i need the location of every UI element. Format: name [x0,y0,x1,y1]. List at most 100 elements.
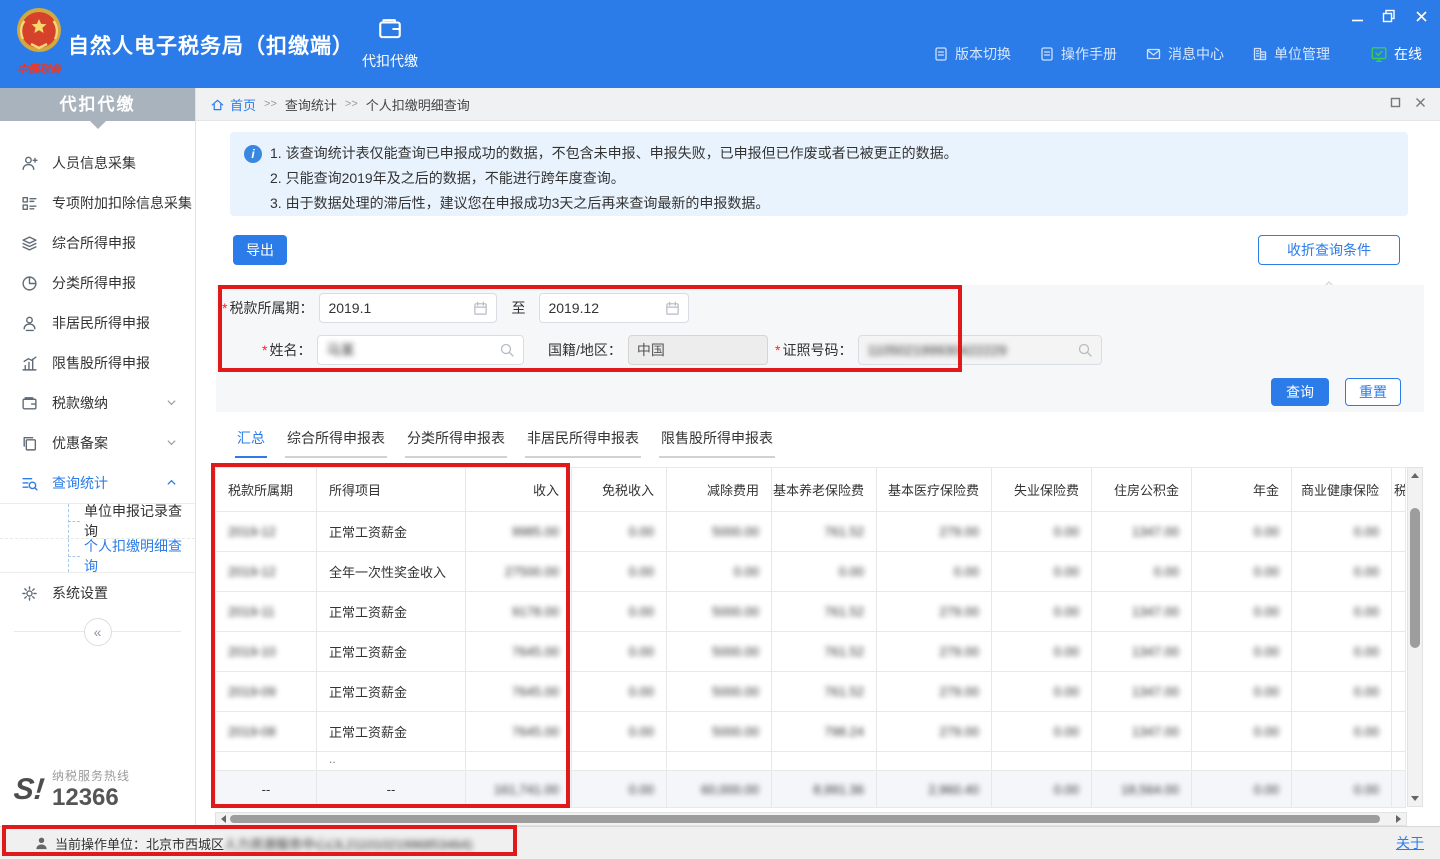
collapse-query-button[interactable]: 收折查询条件 [1258,235,1400,265]
calendar-icon[interactable] [665,301,680,316]
required-mark: * [775,342,780,358]
tab-限售股所得申报表[interactable]: 限售股所得申报表 [659,428,775,458]
sidebar-item-综合所得申报[interactable]: 综合所得申报 [0,223,195,263]
page-maximize-button[interactable] [1390,97,1401,108]
cell-value: 收入 [533,480,559,499]
nationality-label: 国籍/地区： [548,340,622,360]
header-menu-item[interactable]: 单位管理 [1252,44,1330,64]
sidebar-item-系统设置[interactable]: 系统设置 [0,573,195,613]
scroll-down-arrow[interactable] [1408,792,1422,806]
table-cell: 正常工资薪金 [317,592,466,632]
table-cell [992,752,1092,771]
table-cell: 798.24 [772,712,877,752]
reset-button[interactable]: 重置 [1345,378,1401,406]
tab-汇总[interactable]: 汇总 [235,428,267,458]
tab-综合所得申报表[interactable]: 综合所得申报表 [285,428,387,458]
tab-分类所得申报表[interactable]: 分类所得申报表 [405,428,507,458]
sidebar-item-非居民所得申报[interactable]: 非居民所得申报 [0,303,195,343]
vertical-scrollbar[interactable] [1407,467,1423,807]
table-cell: 税 [1392,468,1406,512]
search-icon[interactable] [499,342,515,358]
table-cell: 0.00 [1292,552,1392,592]
breadcrumb-home[interactable]: 首页 [210,95,256,114]
tab-withholding[interactable]: 代扣代缴 [350,16,430,71]
table-cell: 0.00 [1292,592,1392,632]
cell-value: 基本养老保险费 [773,480,864,499]
table-cell: 1347.00 [1092,632,1192,672]
table-cell: 0.00 [877,552,992,592]
horizontal-scroll-thumb[interactable] [230,815,1380,823]
cell-value: -- [262,782,271,797]
cell-value: 2019-11 [228,604,275,619]
cell-value: 0.00 [734,564,759,579]
search-icon[interactable] [1077,342,1093,358]
table-cell: 0.00 [992,592,1092,632]
sidebar-item-限售股所得申报[interactable]: 限售股所得申报 [0,343,195,383]
table-cell: 免税收入 [572,468,667,512]
cell-value: 5000.00 [712,684,759,699]
header-menu: 版本切换 操作手册 消息中心 单位管理 [933,44,1330,64]
sidebar-item-人员信息采集[interactable]: 人员信息采集 [0,143,195,183]
table-cell [216,752,317,771]
sidebar-item-label: 专项附加扣除信息采集 [52,193,192,213]
sidebar-subitem-个人扣缴明细查询[interactable]: 个人扣缴明细查询 [0,538,195,572]
export-button[interactable]: 导出 [233,235,287,265]
notice-line: 3. 由于数据处理的滞后性，建议您在申报成功3天之后再来查询最新的申报数据。 [244,191,1394,216]
table-cell: 1347.00 [1092,712,1192,752]
wallet-icon [375,16,405,42]
table-cell: 5000.00 [667,512,772,552]
calendar-icon[interactable] [473,301,488,316]
scroll-right-arrow[interactable] [1392,813,1406,825]
cell-value: 失业保险费 [1014,480,1079,499]
period-from-input[interactable]: 2019.1 [319,293,497,323]
cell-value: 0.00 [1054,724,1079,739]
header-menu-item[interactable]: 消息中心 [1145,44,1224,64]
header-menu-item[interactable]: 版本切换 [933,44,1011,64]
cell-value: 年金 [1253,480,1279,499]
cell-value: 0.00 [1054,684,1079,699]
online-label: 在线 [1394,44,1422,64]
query-button[interactable]: 查询 [1271,378,1329,406]
table-cell: 失业保险费 [992,468,1092,512]
sidebar-item-label: 非居民所得申报 [52,313,150,333]
table-cell [772,752,877,771]
about-link[interactable]: 关于 [1396,833,1424,853]
minimize-button[interactable] [1348,8,1366,24]
sidebar-subitem-单位申报记录查询[interactable]: 单位申报记录查询 [0,504,195,538]
sidebar-item-税款缴纳[interactable]: 税款缴纳 [0,383,195,423]
cell-value: 7645.00 [512,644,559,659]
sidebar-item-专项附加扣除信息采集[interactable]: 专项附加扣除信息采集 [0,183,195,223]
cell-value: 2019-12 [228,524,276,539]
table-cell: 279.00 [877,672,992,712]
notice-text: 3. 由于数据处理的滞后性，建议您在申报成功3天之后再来查询最新的申报数据。 [270,195,769,211]
table-cell: 2019-12 [216,512,317,552]
table-total-row: ----161,741.000.0060,000.008,991.362,960… [216,771,1407,808]
table-cell: 2019-12 [216,552,317,592]
sidebar-item-优惠备案[interactable]: 优惠备案 [0,423,195,463]
table-cell: 279.00 [877,592,992,632]
page-close-button[interactable] [1415,97,1426,108]
restore-button[interactable] [1380,8,1398,24]
scroll-up-arrow[interactable] [1408,468,1422,482]
table-total-cell: 2,960.40 [877,771,992,808]
horizontal-scrollbar[interactable] [215,812,1407,826]
sidebar-item-查询统计[interactable]: 查询统计 [0,463,195,503]
person-icon [20,315,38,332]
cell-value: 0.00 [629,524,654,539]
scroll-left-arrow[interactable] [216,813,230,825]
table-cell: 0.00 [572,672,667,712]
tab-非居民所得申报表[interactable]: 非居民所得申报表 [525,428,641,458]
sidebar-item-分类所得申报[interactable]: 分类所得申报 [0,263,195,303]
name-input[interactable]: 马某 [317,335,524,365]
table-total-cell: -- [216,771,317,808]
close-button[interactable] [1412,8,1430,24]
sidebar-collapse-button[interactable]: « [84,618,112,646]
header-menu-item[interactable]: 操作手册 [1039,44,1117,64]
id-input[interactable]: 110502199930422229 [858,335,1102,365]
online-status: 在线 [1370,44,1422,64]
period-to-input[interactable]: 2019.12 [539,293,689,323]
cell-value: 0.00 [1354,644,1379,659]
vertical-scroll-thumb[interactable] [1410,508,1420,648]
table-header-row: 税款所属期所得项目收入免税收入减除费用基本养老保险费基本医疗保险费失业保险费住房… [216,468,1407,512]
cell-value: 正常工资薪金 [329,722,407,741]
